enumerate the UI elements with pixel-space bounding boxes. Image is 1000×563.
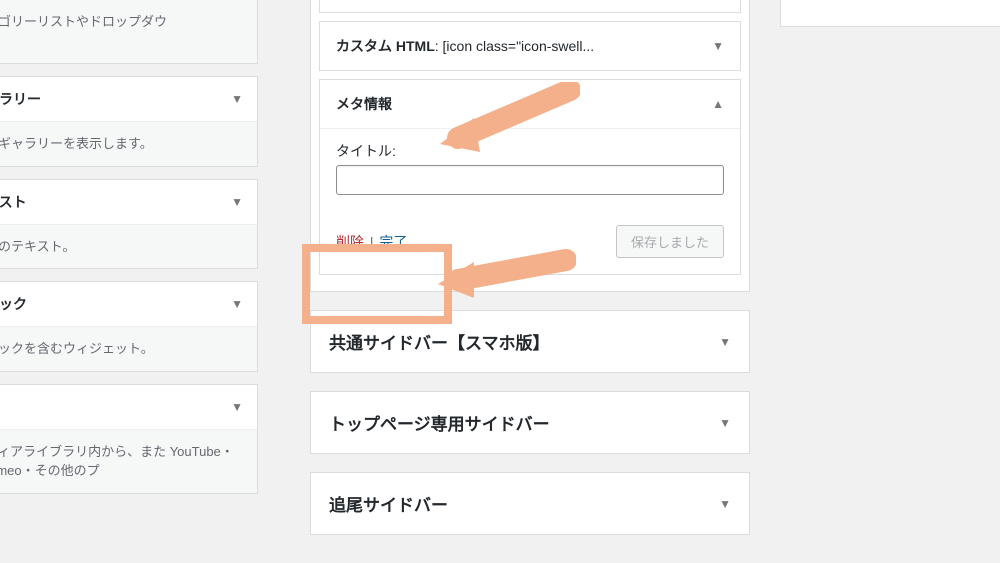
widget-meta-header[interactable]: メタ情報 — [320, 80, 740, 128]
chevron-down-icon — [231, 195, 243, 209]
widget-custom-html-1[interactable]: カスタム HTML: [icon class="icon-heart... — [319, 0, 741, 13]
delete-link[interactable]: 削除 — [336, 234, 364, 250]
done-link[interactable]: 完了 — [379, 234, 407, 250]
title-label: タイトル: — [336, 141, 724, 161]
available-widget-video[interactable]: 画 ディアライブラリ内から、また YouTube・Vimeo・その他のプ — [0, 384, 258, 494]
widget-area-toppage-sidebar[interactable]: トップページ専用サイドバー — [310, 391, 750, 454]
widget-custom-html-2[interactable]: カスタム HTML: [icon class="icon-swell... — [319, 21, 741, 71]
title-input[interactable] — [336, 165, 724, 195]
chevron-down-icon — [719, 497, 731, 511]
available-widget-text[interactable]: キスト 意のテキスト。 — [0, 179, 258, 270]
widget-heading: カスタム HTML: [icon class="icon-swell... — [336, 36, 594, 56]
available-widgets-column: テゴリーリストやドロップダウ 。 ャラリー 像ギャラリーを表示します。 キスト … — [0, 0, 258, 506]
chevron-down-icon — [719, 416, 731, 430]
widget-area-common-sidebar-pc: カスタム HTML: [icon class="icon-heart... カス… — [310, 0, 750, 292]
chevron-down-icon — [719, 335, 731, 349]
widget-meta: メタ情報 タイトル: 削除 | 完了 保存しました — [319, 79, 741, 275]
chevron-down-icon — [231, 400, 243, 414]
widget-description-fragment: テゴリーリストやドロップダウ — [0, 14, 167, 29]
widget-title: キスト — [0, 192, 27, 212]
widget-description: ディアライブラリ内から、また YouTube・Vimeo・その他のプ — [0, 430, 257, 493]
widget-area-common-sidebar-sp[interactable]: 共通サイドバー【スマホ版】 — [310, 310, 750, 373]
widget-area-title: 追尾サイドバー — [329, 491, 448, 516]
widget-description: ロックを含むウィジェット。 — [0, 327, 257, 371]
sidebar-widget-area-column: カスタム HTML: [icon class="icon-heart... カス… — [310, 0, 750, 553]
separator: | — [368, 234, 376, 250]
chevron-down-icon — [231, 297, 243, 311]
chevron-down-icon — [231, 92, 243, 106]
widget-description: 意のテキスト。 — [0, 225, 257, 269]
right-widget-area-column — [780, 0, 1000, 45]
chevron-up-icon — [712, 97, 724, 111]
saved-button: 保存しました — [616, 225, 724, 258]
widget-area-right-fragment[interactable] — [780, 0, 1000, 27]
widget-area-title: 共通サイドバー【スマホ版】 — [329, 329, 550, 354]
chevron-down-icon — [712, 39, 724, 53]
widget-area-title: トップページ専用サイドバー — [329, 410, 550, 435]
available-widget-categories[interactable]: テゴリーリストやドロップダウ 。 — [0, 0, 258, 64]
available-widget-block[interactable]: ロック ロックを含むウィジェット。 — [0, 281, 258, 372]
widget-title: ロック — [0, 294, 27, 314]
widget-title: ャラリー — [0, 89, 41, 109]
widget-description: 像ギャラリーを表示します。 — [0, 122, 257, 166]
widget-heading: メタ情報 — [336, 96, 392, 112]
widget-area-follow-sidebar[interactable]: 追尾サイドバー — [310, 472, 750, 535]
available-widget-gallery[interactable]: ャラリー 像ギャラリーを表示します。 — [0, 76, 258, 167]
